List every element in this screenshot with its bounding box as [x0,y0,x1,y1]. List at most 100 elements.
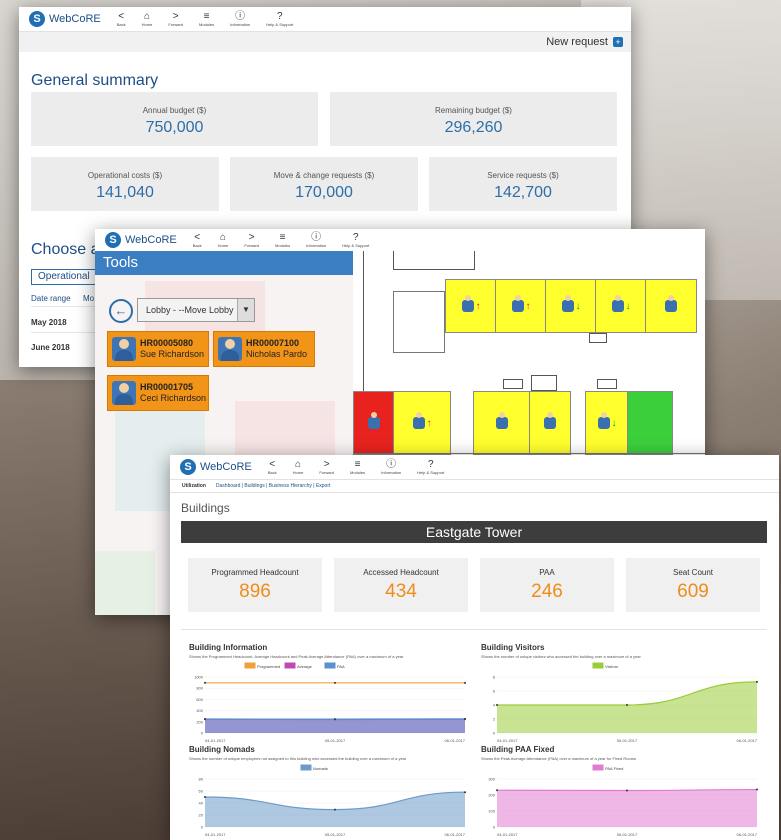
nav-back[interactable]: < Back [117,11,126,27]
employee-card[interactable]: HR00007100 Nicholas Pardo [213,331,315,367]
help-icon: ? [276,11,283,22]
nav-label: Home [292,470,304,475]
kpi-label: Programmed Headcount [211,568,299,577]
desk-cell[interactable]: ↓ [545,279,597,333]
nav-modules[interactable]: ≡ Modules [199,11,214,27]
desk-cell[interactable] [645,279,697,333]
webcore-logo[interactable]: S WebCoRE [105,232,177,248]
nav-help[interactable]: ? Help & Support [266,11,293,27]
nav-label: Help & Support [417,470,445,475]
nav-label: Modules [199,22,215,27]
modules-icon: ≡ [203,11,210,22]
nav-home[interactable]: ⌂ Home [142,11,153,27]
nav-home[interactable]: ⌂ Home [218,232,229,248]
desk-cell[interactable]: ↑ [393,391,451,455]
nav-forward[interactable]: > Forward [319,459,334,475]
summary-card-operational-costs: Operational costs ($) 141,040 [31,157,219,211]
desk-cell[interactable]: ↓ [585,391,629,455]
desk-cell[interactable] [627,391,673,455]
summary-card-remaining-budget: Remaining budget ($) 296,260 [330,92,617,146]
x-tick-label: 04-01-2017 [205,832,226,837]
desk-cell[interactable] [353,391,395,455]
legend-swatch [592,764,604,771]
avatar [218,337,242,361]
desk-cell[interactable] [529,391,571,455]
back-icon: < [118,11,125,22]
employee-id: HR00005080 [140,338,194,348]
card-value: 142,700 [494,184,552,201]
desk-cell[interactable]: ↑ [445,279,497,333]
door-tag [531,375,557,391]
nav-information[interactable]: ⓘ Information [230,11,250,27]
back-arrow-icon[interactable]: ← [109,299,133,323]
nav-label: Home [217,243,229,248]
nav-help[interactable]: ? Help & Support [342,232,369,248]
back-icon: < [194,232,201,243]
nav-label: Modules [275,243,291,248]
webcore-logo[interactable]: S WebCoRE [180,459,252,475]
date-range-label: Date range [31,294,71,303]
summary-card-move-change: Move & change requests ($) 170,000 [230,157,418,211]
nav-home[interactable]: ⌂ Home [293,459,304,475]
help-icon: ? [352,232,359,243]
x-tick-label: 06-01-2017 [445,738,466,743]
card-label: Move & change requests ($) [273,171,375,180]
data-point [334,808,336,811]
x-tick-label: 04-01-2017 [497,738,518,743]
y-tick-label: 600 [196,697,203,702]
y-tick-label: 4 [493,703,496,708]
floor-zone [95,551,155,615]
kpi-label: PAA [539,568,555,577]
lobby-dropdown[interactable]: Lobby - --Move Lobby ▼ [137,298,255,322]
tab-operational[interactable]: Operational [31,269,99,285]
kpi-value: 896 [239,581,271,602]
kpi-value: 609 [677,581,709,602]
desk-cell[interactable] [473,391,531,455]
legend-swatch [244,662,256,669]
door-tag [589,333,607,343]
employee-card[interactable]: HR00005080 Sue Richardson [107,331,209,367]
data-point [334,718,336,721]
x-tick-label: 06-01-2017 [737,832,758,837]
chart-title: Building PAA Fixed [481,745,555,754]
date-range-option[interactable]: Mo [83,294,94,303]
nav-information[interactable]: ⓘ Information [306,232,326,248]
room [393,291,445,353]
building-name-banner: Eastgate Tower [181,521,767,543]
nav-modules[interactable]: ≡ Modules [275,232,290,248]
nav-back[interactable]: < Back [193,232,202,248]
data-point [204,796,206,798]
y-tick-label: 2 [493,717,496,722]
nav-help[interactable]: ? Help & Support [417,459,444,475]
nav-label: Home [141,22,153,27]
x-tick-label: 05-01-2017 [325,738,346,743]
nav-modules[interactable]: ≡ Modules [350,459,365,475]
nav-back[interactable]: < Back [268,459,277,475]
nav-information[interactable]: ⓘ Information [381,459,401,475]
chevron-down-icon[interactable]: ▼ [237,299,254,321]
card-value: 170,000 [295,184,353,201]
wall [393,251,475,270]
desk-cell[interactable]: ↑ [495,279,547,333]
new-request-link[interactable]: New request [546,36,608,48]
x-tick-label: 04-01-2017 [205,738,226,743]
card-value: 296,260 [444,119,503,136]
y-tick-label: 100 [488,809,495,814]
desk-cell[interactable]: ↓ [595,279,647,333]
webcore-logo[interactable]: S WebCoRE [29,11,101,27]
breadcrumb-path[interactable]: Dashboard | Buildings | Business Hierarc… [216,483,331,489]
home-icon: ⌂ [143,11,151,22]
y-tick-label: 1000 [194,675,204,680]
kpi-programmed-headcount: Programmed Headcount 896 [188,558,322,612]
chart-title: Building Visitors [481,643,545,652]
top-navbar: S WebCoRE < Back ⌂ Home > Forward ≡ Modules ⓘ Infor… [170,455,779,480]
data-point [496,704,498,706]
nav-label: Back [267,470,277,475]
door-tag [597,379,617,389]
kpi-paa: PAA 246 [480,558,614,612]
choose-heading: Choose a [31,241,100,258]
plus-icon[interactable]: + [613,37,623,47]
employee-card[interactable]: HR00001705 Ceci Richardson [107,375,209,411]
nav-forward[interactable]: > Forward [168,11,183,27]
nav-forward[interactable]: > Forward [244,232,259,248]
